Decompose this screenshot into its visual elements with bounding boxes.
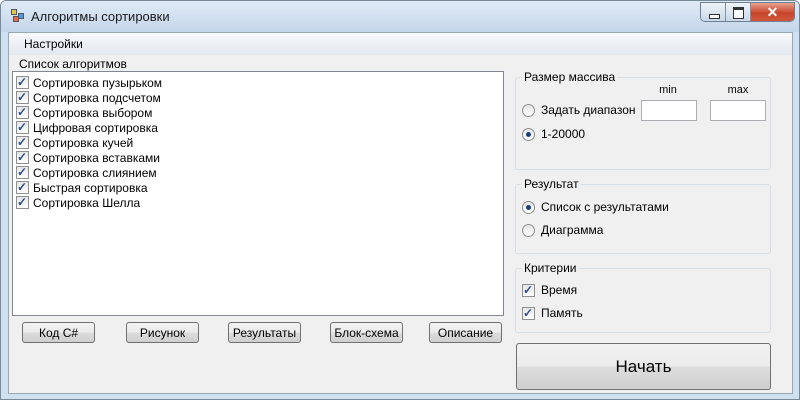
radio-custom-range[interactable]: Задать диапазон [522, 103, 636, 117]
check-icon: ✓ [523, 282, 534, 297]
radio-label: Задать диапазон [541, 103, 636, 117]
list-item-label: Сортировка подсчетом [33, 90, 161, 105]
list-item-label: Сортировка кучей [33, 135, 134, 150]
checkbox[interactable]: ✓ [16, 195, 29, 209]
checkbox[interactable]: ✓ [16, 150, 29, 164]
list-item-label: Быстрая сортировка [33, 180, 148, 195]
checkbox[interactable]: ✓ [522, 282, 535, 297]
window-title: Алгоритмы сортировки [31, 9, 170, 24]
max-input[interactable] [710, 100, 766, 121]
check-icon: ✓ [17, 150, 28, 164]
list-item-label: Сортировка Шелла [33, 195, 141, 210]
checkbox[interactable]: ✓ [16, 75, 29, 89]
algorithms-group-label: Список алгоритмов [17, 57, 129, 71]
checkbox[interactable]: ✓ [16, 90, 29, 104]
checkbox[interactable]: ✓ [522, 305, 535, 320]
radio-button[interactable] [522, 223, 535, 237]
criteria-item-time[interactable]: ✓ Время [522, 283, 577, 297]
array-size-group: Размер массива min max Задать диапазон 1… [515, 70, 771, 170]
menu-settings[interactable]: Настройки [24, 37, 83, 51]
result-group: Результат Список с результатами Диаграмм… [515, 177, 771, 254]
criteria-group: Критерии ✓ Время ✓ Память [515, 261, 771, 333]
check-icon: ✓ [17, 75, 28, 89]
max-label: max [727, 84, 749, 96]
check-icon: ✓ [17, 120, 28, 134]
criteria-label: Память [541, 306, 583, 320]
list-item-label: Сортировка пузырьком [33, 75, 163, 90]
list-item[interactable]: ✓ Сортировка кучей [16, 135, 133, 150]
check-icon: ✓ [17, 90, 28, 104]
array-size-group-label: Размер массива [522, 70, 618, 84]
checkbox[interactable]: ✓ [16, 165, 29, 179]
caption-buttons: ✕ [700, 2, 795, 22]
flowchart-button[interactable]: Блок-схема [330, 322, 403, 343]
criteria-label: Время [541, 283, 578, 297]
close-icon: ✕ [766, 4, 779, 20]
min-label: min [659, 84, 677, 96]
description-button[interactable]: Описание [429, 322, 502, 343]
radio-label: Список с результатами [541, 200, 669, 214]
check-icon: ✓ [17, 195, 28, 209]
title-bar[interactable]: Алгоритмы сортировки ✕ [1, 1, 799, 32]
list-item[interactable]: ✓ Сортировка пузырьком [16, 75, 162, 90]
results-button[interactable]: Результаты [228, 322, 301, 343]
list-item-label: Цифровая сортировка [33, 120, 158, 135]
list-item[interactable]: ✓ Быстрая сортировка [16, 180, 148, 195]
criteria-group-label: Критерии [522, 261, 579, 275]
picture-button[interactable]: Рисунок [126, 322, 199, 343]
app-window: Алгоритмы сортировки ✕ Настройки Список … [0, 0, 800, 400]
check-icon: ✓ [17, 180, 28, 194]
radio-label: 1-20000 [541, 127, 586, 141]
radio-button[interactable] [522, 103, 535, 117]
radio-label: Диаграмма [541, 223, 604, 237]
radio-button[interactable] [522, 200, 535, 214]
min-input[interactable] [641, 100, 697, 121]
radio-result-chart[interactable]: Диаграмма [522, 223, 603, 237]
list-item[interactable]: ✓ Сортировка слиянием [16, 165, 157, 180]
result-group-label: Результат [522, 177, 581, 191]
list-item[interactable]: ✓ Сортировка выбором [16, 105, 152, 120]
list-item-label: Сортировка слиянием [33, 165, 157, 180]
checkbox[interactable]: ✓ [16, 120, 29, 134]
list-item[interactable]: ✓ Цифровая сортировка [16, 120, 158, 135]
code-csharp-button[interactable]: Код C# [22, 322, 95, 343]
radio-result-list[interactable]: Список с результатами [522, 200, 669, 214]
check-icon: ✓ [17, 165, 28, 179]
checkbox[interactable]: ✓ [16, 180, 29, 194]
minimize-button[interactable] [701, 3, 726, 21]
algorithms-list[interactable]: ✓ Сортировка пузырьком ✓ Сортировка подс… [12, 71, 504, 316]
client-area: Настройки Список алгоритмов ✓ Сортировка… [8, 32, 793, 394]
radio-button[interactable] [522, 127, 535, 141]
check-icon: ✓ [17, 135, 28, 149]
list-item[interactable]: ✓ Сортировка вставками [16, 150, 160, 165]
app-icon [11, 9, 25, 23]
radio-default-range[interactable]: 1-20000 [522, 127, 585, 141]
criteria-item-memory[interactable]: ✓ Память [522, 306, 583, 320]
close-button[interactable]: ✕ [751, 3, 794, 21]
list-item-label: Сортировка вставками [33, 150, 160, 165]
checkbox[interactable]: ✓ [16, 135, 29, 149]
menu-bar: Настройки [9, 33, 792, 55]
list-item-label: Сортировка выбором [33, 105, 153, 120]
list-item[interactable]: ✓ Сортировка подсчетом [16, 90, 161, 105]
checkbox[interactable]: ✓ [16, 105, 29, 119]
check-icon: ✓ [17, 105, 28, 119]
check-icon: ✓ [523, 305, 534, 320]
maximize-button[interactable] [726, 3, 751, 21]
list-item[interactable]: ✓ Сортировка Шелла [16, 195, 140, 210]
start-button[interactable]: Начать [516, 343, 771, 390]
